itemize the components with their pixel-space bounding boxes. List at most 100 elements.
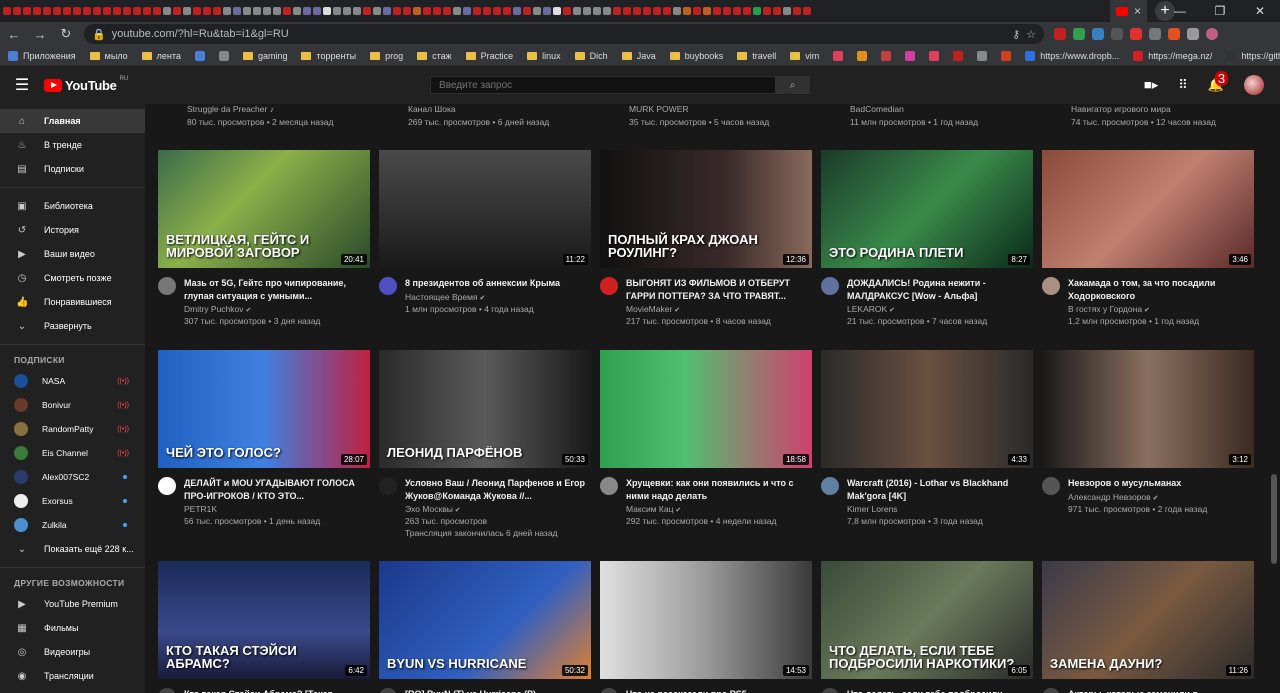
video-card-partial[interactable]: MURK POWER 35 тыс. просмотров • 5 часов н… — [629, 104, 769, 127]
pinned-tab[interactable] — [553, 7, 561, 15]
video-title[interactable]: ВЫГОНЯТ ИЗ ФИЛЬМОВ И ОТБЕРУТ ГАРРИ ПОТТЕ… — [626, 277, 811, 302]
maximize-button[interactable]: ❐ — [1200, 0, 1240, 22]
bookmark-item[interactable]: linux — [527, 51, 561, 61]
active-tab[interactable]: × — [1110, 0, 1148, 22]
pinned-tab[interactable] — [283, 7, 291, 15]
pinned-tab[interactable] — [33, 7, 41, 15]
pinned-tab[interactable] — [803, 7, 811, 15]
pinned-tab[interactable] — [3, 7, 11, 15]
pinned-tab[interactable] — [243, 7, 251, 15]
pinned-tab[interactable] — [523, 7, 531, 15]
pinned-tab[interactable] — [503, 7, 511, 15]
pinned-tab[interactable] — [653, 7, 661, 15]
pinned-tab[interactable] — [343, 7, 351, 15]
channel-avatar[interactable] — [379, 688, 397, 693]
channel-name[interactable]: Канал Шока — [408, 104, 549, 114]
channel-avatar[interactable] — [158, 277, 176, 295]
bookmark-item[interactable] — [218, 50, 229, 61]
pinned-tab[interactable] — [573, 7, 581, 15]
pinned-tab[interactable] — [493, 7, 501, 15]
pinned-tab[interactable] — [253, 7, 261, 15]
sidebar-item-your-videos[interactable]: ▶ Ваши видео — [0, 242, 145, 266]
channel-name[interactable]: Dmitry Puchkov ✔ — [184, 304, 369, 314]
pinned-tab[interactable] — [483, 7, 491, 15]
channel-avatar[interactable] — [1042, 277, 1060, 295]
sidebar-item-movies[interactable]: ▦ Фильмы — [0, 616, 145, 640]
channel-avatar[interactable] — [600, 477, 618, 495]
channel-name-text[interactable]: В гостях у Гордона — [1068, 304, 1142, 314]
pinned-tab[interactable] — [13, 7, 21, 15]
video-card[interactable]: ВЕТЛИЦКАЯ, ГЕЙТС И МИРОВОЙ ЗАГОВОР 20:41 М… — [158, 150, 370, 326]
video-thumbnail[interactable]: 14:53 — [600, 561, 812, 679]
bookmark-item[interactable] — [194, 50, 205, 61]
key-icon[interactable]: ⚷ — [1012, 28, 1020, 41]
extension-icon[interactable] — [1073, 28, 1085, 40]
channel-name[interactable]: Эхо Москвы ✔ — [405, 504, 590, 514]
sidebar-item-youtube-premium[interactable]: ▶ YouTube Premium — [0, 592, 145, 616]
channel-name[interactable]: Struggle da Preacher ♪ — [187, 104, 333, 114]
bookmark-item[interactable]: торренты — [301, 51, 356, 61]
subscription-item[interactable]: RandomPatty ((•)) — [0, 417, 145, 441]
pinned-tab[interactable] — [613, 7, 621, 15]
sidebar-item-subscriptions[interactable]: ▤ Подписки — [0, 157, 145, 181]
pinned-tab[interactable] — [263, 7, 271, 15]
video-card-partial[interactable]: Навигатор игрового мира 74 тыс. просмотро… — [1071, 104, 1216, 127]
channel-name[interactable]: В гостях у Гордона ✔ — [1068, 304, 1253, 314]
pinned-tab[interactable] — [683, 7, 691, 15]
bookmark-item[interactable]: Dich — [574, 51, 608, 61]
channel-name[interactable]: MURK POWER — [629, 104, 769, 114]
pinned-tab[interactable] — [273, 7, 281, 15]
apps-grid-icon[interactable]: ⠿ — [1178, 77, 1188, 93]
close-tab-icon[interactable]: × — [1134, 4, 1141, 18]
video-title[interactable]: [RO] ByuN (T) vs Hurricane (P)... — [405, 688, 590, 693]
channel-name[interactable]: Максим Кац ✔ — [626, 504, 811, 514]
pinned-tab[interactable] — [373, 7, 381, 15]
video-thumbnail[interactable]: КТО ТАКАЯ СТЭЙСИ АБРАМС? 6:42 — [158, 561, 370, 679]
channel-avatar[interactable] — [158, 688, 176, 693]
video-title[interactable]: Мазь от 5G, Гейтс про чипирование, глупа… — [184, 277, 369, 302]
video-card[interactable]: ПОЛНЫЙ КРАХ ДЖОАН РОУЛИНГ? 12:36 ВЫГОНЯТ И… — [600, 150, 812, 326]
sidebar-item-live[interactable]: ◉ Трансляции — [0, 664, 145, 688]
pinned-tab[interactable] — [453, 7, 461, 15]
bookmark-item[interactable]: Приложения — [8, 50, 76, 61]
video-card[interactable]: 4:33 Warcraft (2016) - Lothar vs Blackhan… — [821, 350, 1033, 526]
channel-avatar[interactable] — [158, 477, 176, 495]
subscription-item[interactable]: Bonivur ((•)) — [0, 393, 145, 417]
pinned-tab[interactable] — [333, 7, 341, 15]
pinned-tab[interactable] — [463, 7, 471, 15]
video-title[interactable]: Хакамада о том, за что посадили Ходорков… — [1068, 277, 1253, 302]
bookmark-item[interactable] — [977, 50, 988, 61]
pinned-tab[interactable] — [213, 7, 221, 15]
subscription-item[interactable]: NASA ((•)) — [0, 369, 145, 393]
pinned-tab[interactable] — [133, 7, 141, 15]
video-card[interactable]: ЧЕЙ ЭТО ГОЛОС? 28:07 ДЕЛАЙТ и MOU УГАДЫВАЮ… — [158, 350, 370, 526]
pinned-tab[interactable] — [743, 7, 751, 15]
channel-name-text[interactable]: Александр Невзоров — [1068, 492, 1151, 502]
bookmark-item[interactable]: https://www.dropb... — [1025, 50, 1119, 61]
pinned-tab[interactable] — [603, 7, 611, 15]
puzzle-icon[interactable] — [1187, 28, 1199, 40]
bookmark-item[interactable]: https://mega.nz/ — [1133, 50, 1212, 61]
pinned-tab[interactable] — [93, 7, 101, 15]
pinned-tab[interactable] — [473, 7, 481, 15]
video-title[interactable]: Хрущевки: как они появились и что с ними… — [626, 477, 811, 502]
pinned-tab[interactable] — [433, 7, 441, 15]
pinned-tab[interactable] — [193, 7, 201, 15]
channel-name-text[interactable]: Эхо Москвы — [405, 504, 453, 514]
channel-avatar[interactable] — [821, 277, 839, 295]
channel-avatar[interactable] — [600, 277, 618, 295]
pinned-tab[interactable] — [293, 7, 301, 15]
channel-name-text[interactable]: Kimer Lorens — [847, 504, 898, 514]
bookmark-item[interactable]: Java — [621, 51, 656, 61]
video-title[interactable]: ДЕЛАЙТ и MOU УГАДЫВАЮТ ГОЛОСА ПРО-ИГРОКО… — [184, 477, 369, 502]
video-card-partial[interactable]: Struggle da Preacher ♪ 80 тыс. просмотров… — [187, 104, 333, 127]
create-video-icon[interactable]: ■▸ — [1144, 77, 1158, 93]
pinned-tab[interactable] — [353, 7, 361, 15]
pinned-tab[interactable] — [413, 7, 421, 15]
channel-avatar[interactable] — [821, 688, 839, 693]
pinned-tab[interactable] — [233, 7, 241, 15]
sidebar-item-trending[interactable]: ♨ В тренде — [0, 133, 145, 157]
video-thumbnail[interactable]: 4:33 — [821, 350, 1033, 468]
pinned-tab[interactable] — [513, 7, 521, 15]
pinned-tab[interactable] — [443, 7, 451, 15]
